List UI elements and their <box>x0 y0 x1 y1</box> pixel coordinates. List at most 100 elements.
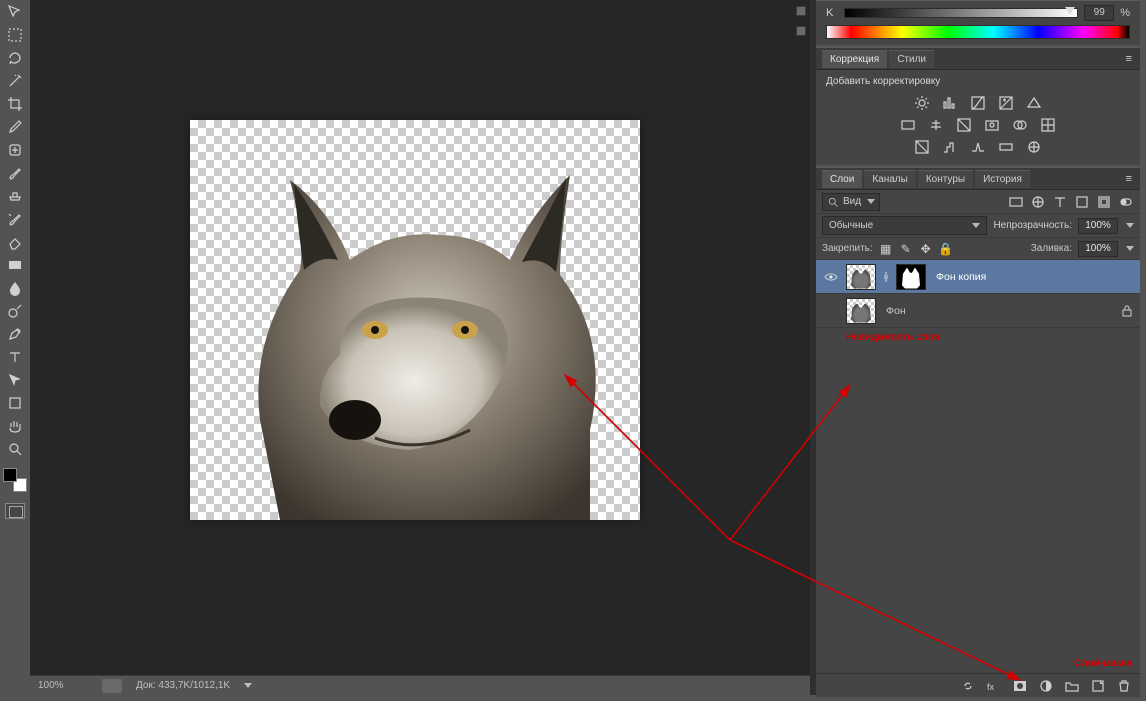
status-menu-arrow-icon[interactable] <box>244 683 252 688</box>
filter-shape-icon[interactable] <box>1074 194 1090 210</box>
document-canvas[interactable] <box>190 120 640 520</box>
tab-contours[interactable]: Контуры <box>918 170 973 188</box>
foreground-color-swatch[interactable] <box>3 468 17 482</box>
history-brush-tool-icon[interactable] <box>4 209 26 229</box>
quick-mask-toggle-icon[interactable] <box>5 503 25 519</box>
opacity-label: Непрозрачность: <box>993 220 1072 231</box>
selective-color-icon[interactable] <box>1025 139 1043 155</box>
layer-name[interactable]: Фон копия <box>932 271 1134 283</box>
color-ramp[interactable] <box>826 25 1130 39</box>
lock-label: Закрепить: <box>822 243 873 254</box>
layer-thumbnail[interactable] <box>846 264 876 290</box>
layers-panel-menu-icon[interactable]: ≡ <box>1118 173 1140 185</box>
delete-layer-icon[interactable] <box>1116 678 1132 694</box>
tab-history[interactable]: История <box>975 170 1030 188</box>
status-icon[interactable] <box>102 679 122 693</box>
invert-icon[interactable] <box>913 139 931 155</box>
magic-wand-tool-icon[interactable] <box>4 71 26 91</box>
layer-list: Фон копия Фон Невидимость слоя <box>816 260 1140 343</box>
tab-adjustments[interactable]: Коррекция <box>822 50 887 68</box>
layer-mask-thumbnail[interactable] <box>896 264 926 290</box>
visibility-toggle[interactable] <box>822 302 840 320</box>
pct-label: % <box>1120 7 1130 19</box>
crop-tool-icon[interactable] <box>4 94 26 114</box>
layer-thumbnail[interactable] <box>846 298 876 324</box>
color-swatches[interactable] <box>3 468 27 492</box>
levels-icon[interactable] <box>941 95 959 111</box>
bw-icon[interactable] <box>955 117 973 133</box>
shape-tool-icon[interactable] <box>4 393 26 413</box>
lock-transparency-icon[interactable]: ▦ <box>879 242 893 256</box>
posterize-icon[interactable] <box>941 139 959 155</box>
marquee-tool-icon[interactable] <box>4 25 26 45</box>
svg-text:fx: fx <box>987 682 995 692</box>
right-panels: K 99 % Коррекция Стили ≡ Добавить коррек… <box>816 0 1140 695</box>
panel-menu-icon[interactable]: ≡ <box>1118 53 1140 65</box>
gradient-map-icon[interactable] <box>997 139 1015 155</box>
opacity-field[interactable]: 100% <box>1078 218 1118 234</box>
color-panel: K 99 % <box>816 0 1140 45</box>
move-tool-icon[interactable] <box>4 2 26 22</box>
vibrance-icon[interactable] <box>1025 95 1043 111</box>
blur-tool-icon[interactable] <box>4 278 26 298</box>
k-value[interactable]: 99 <box>1084 5 1114 21</box>
status-bar: 100% Док: 433,7K/1012,1K <box>30 675 810 695</box>
filter-toggle-icon[interactable] <box>1118 194 1134 210</box>
path-select-tool-icon[interactable] <box>4 370 26 390</box>
link-layers-icon[interactable] <box>960 678 976 694</box>
threshold-icon[interactable] <box>969 139 987 155</box>
layers-panel: Слои Каналы Контуры История ≡ Вид <box>816 167 1140 695</box>
layer-row[interactable]: Фон копия <box>816 260 1140 294</box>
brightness-icon[interactable] <box>913 95 931 111</box>
layers-panel-footer: fx <box>816 673 1140 697</box>
visibility-toggle[interactable] <box>822 268 840 286</box>
exposure-icon[interactable] <box>997 95 1015 111</box>
tab-styles[interactable]: Стили <box>889 50 934 68</box>
collapsed-panels[interactable] <box>794 0 808 36</box>
lock-position-icon[interactable]: ✥ <box>919 242 933 256</box>
eraser-tool-icon[interactable] <box>4 232 26 252</box>
tab-layers[interactable]: Слои <box>822 170 862 188</box>
layer-name[interactable]: Фон <box>882 305 1114 317</box>
layer-row[interactable]: Фон <box>816 294 1140 328</box>
new-adjustment-icon[interactable] <box>1038 678 1054 694</box>
new-group-icon[interactable] <box>1064 678 1080 694</box>
mask-link-icon[interactable] <box>882 271 890 283</box>
zoom-field[interactable]: 100% <box>38 680 88 691</box>
add-mask-icon[interactable] <box>1012 678 1028 694</box>
filter-type-icon[interactable] <box>1052 194 1068 210</box>
channel-mixer-icon[interactable] <box>1011 117 1029 133</box>
fill-field[interactable]: 100% <box>1078 241 1118 257</box>
lasso-tool-icon[interactable] <box>4 48 26 68</box>
clone-stamp-tool-icon[interactable] <box>4 186 26 206</box>
adjust-help: Добавить корректировку <box>816 70 1140 91</box>
new-layer-icon[interactable] <box>1090 678 1106 694</box>
zoom-tool-icon[interactable] <box>4 439 26 459</box>
photo-filter-icon[interactable] <box>983 117 1001 133</box>
filter-smart-icon[interactable] <box>1096 194 1112 210</box>
blend-mode-select[interactable]: Обычные <box>822 216 987 235</box>
k-slider[interactable] <box>844 8 1078 18</box>
pen-tool-icon[interactable] <box>4 324 26 344</box>
lock-all-icon[interactable]: 🔒 <box>939 242 953 256</box>
hue-icon[interactable] <box>899 117 917 133</box>
layer-filter-select[interactable]: Вид <box>822 193 880 211</box>
gradient-tool-icon[interactable] <box>4 255 26 275</box>
canvas-area[interactable] <box>30 0 810 680</box>
healing-brush-tool-icon[interactable] <box>4 140 26 160</box>
type-tool-icon[interactable] <box>4 347 26 367</box>
filter-adjust-icon[interactable] <box>1030 194 1046 210</box>
color-lookup-icon[interactable] <box>1039 117 1057 133</box>
curves-icon[interactable] <box>969 95 987 111</box>
eyedropper-tool-icon[interactable] <box>4 117 26 137</box>
color-balance-icon[interactable] <box>927 117 945 133</box>
filter-pixel-icon[interactable] <box>1008 194 1024 210</box>
lock-pixels-icon[interactable]: ✎ <box>899 242 913 256</box>
brush-tool-icon[interactable] <box>4 163 26 183</box>
fx-icon[interactable]: fx <box>986 678 1002 694</box>
tab-channels[interactable]: Каналы <box>864 170 916 188</box>
hand-tool-icon[interactable] <box>4 416 26 436</box>
dodge-tool-icon[interactable] <box>4 301 26 321</box>
opacity-chevron-icon[interactable] <box>1126 223 1134 228</box>
fill-chevron-icon[interactable] <box>1126 246 1134 251</box>
